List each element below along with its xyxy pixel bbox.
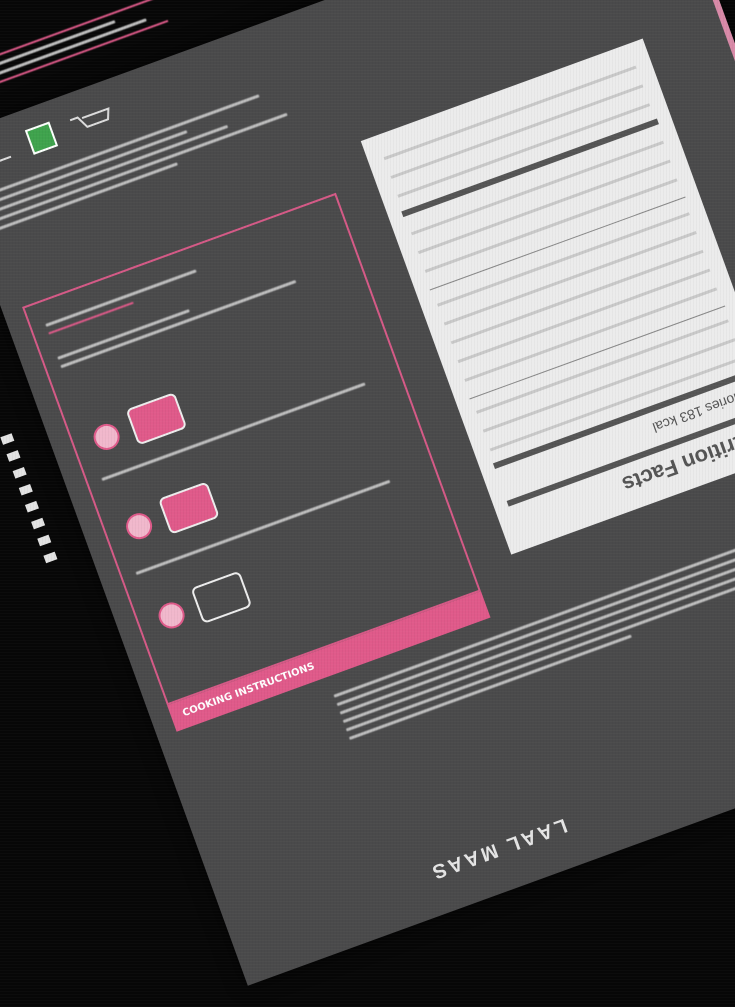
description-text (0, 75, 312, 239)
package-back-panel: COOKING INSTRUCTIONS Nutrition Facts Cal… (0, 0, 735, 986)
step-number-icon (154, 598, 189, 633)
green-dot-icon (24, 121, 59, 155)
microwave-icon (157, 481, 220, 535)
instructions-heading (43, 230, 307, 374)
header-text-block (0, 0, 170, 94)
recycle-icon (0, 147, 12, 170)
pan-icon (190, 570, 253, 625)
step-3 (153, 570, 253, 638)
step-number-icon (89, 420, 124, 454)
cart-icon (69, 107, 110, 128)
brand-name: LAAL MAAS (426, 813, 570, 884)
toaster-icon (125, 392, 188, 446)
step-2 (120, 481, 220, 548)
photo-scene: COOKING INSTRUCTIONS Nutrition Facts Cal… (0, 0, 735, 1007)
side-marks (0, 421, 68, 573)
step-number-icon (122, 509, 156, 543)
